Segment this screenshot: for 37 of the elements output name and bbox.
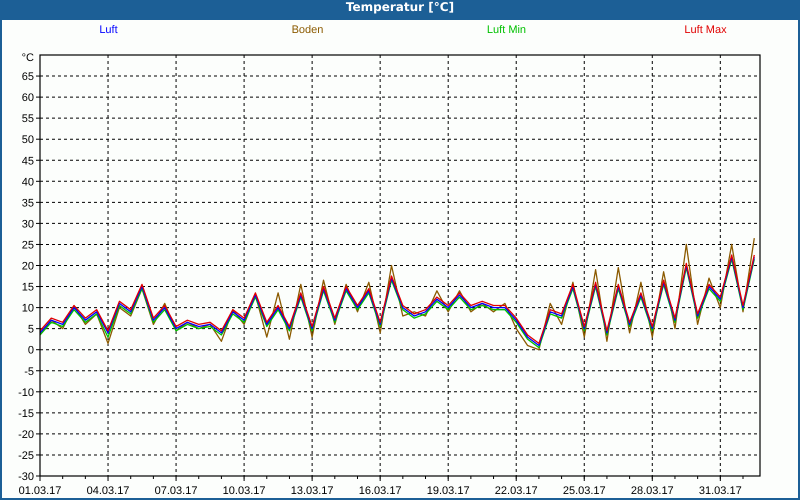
- y-tick-label: 55: [22, 113, 34, 126]
- y-tick-label: -25: [18, 450, 34, 462]
- legend-label: Boden: [292, 24, 324, 36]
- y-tick-label: 60: [22, 92, 34, 104]
- y-tick-label: -20: [18, 428, 34, 441]
- legend-label: Luft Min: [486, 24, 526, 36]
- y-tick-label: -15: [18, 408, 34, 420]
- x-tick-label: 07.03.17: [154, 485, 198, 496]
- y-tick-label: 15: [22, 282, 34, 294]
- x-tick-label: 25.03.17: [562, 485, 606, 496]
- y-tick-label: 10: [22, 302, 34, 315]
- x-tick-label: 22.03.17: [494, 485, 538, 496]
- x-tick-label: 16.03.17: [358, 485, 402, 496]
- y-tick-label: 45: [22, 155, 34, 168]
- y-axis-unit: °C: [22, 52, 34, 64]
- y-tick-label: 50: [22, 134, 34, 146]
- y-tick-label: -10: [18, 386, 34, 399]
- y-tick-label: 40: [22, 176, 34, 188]
- y-tick-label: 20: [22, 260, 34, 272]
- y-tick-label: 35: [22, 197, 34, 210]
- y-tick-label: 25: [22, 239, 34, 252]
- x-tick-label: 04.03.17: [86, 485, 130, 496]
- y-tick-label: 5: [28, 324, 34, 336]
- x-tick-label: 13.03.17: [290, 485, 334, 496]
- x-tick-label: 28.03.17: [630, 485, 674, 496]
- y-tick-label: 0: [28, 344, 34, 357]
- x-tick-label: 10.03.17: [222, 485, 266, 496]
- y-tick-label: 65: [22, 71, 34, 84]
- y-tick-label: -30: [18, 471, 34, 483]
- y-tick-label: 30: [22, 218, 34, 230]
- x-tick-label: 31.03.17: [698, 485, 742, 496]
- window-title: Temperatur [°C]: [344, 0, 456, 16]
- x-tick-label: 01.03.17: [18, 485, 62, 496]
- legend-label: Luft Max: [684, 24, 727, 36]
- legend-label: Luft: [99, 24, 118, 36]
- y-tick-label: -5: [24, 366, 34, 378]
- x-tick-label: 19.03.17: [426, 485, 470, 496]
